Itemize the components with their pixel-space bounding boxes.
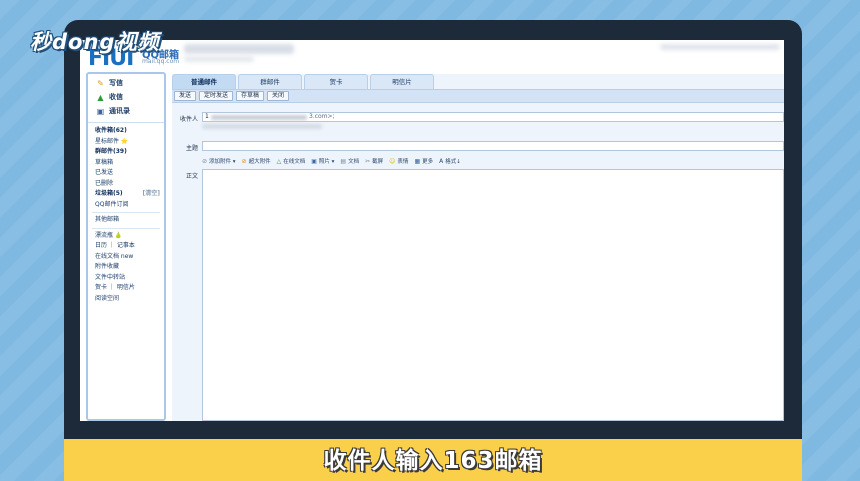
photo-button[interactable]: ▣ 照片 ▾ bbox=[311, 157, 335, 166]
body-label: 正文 bbox=[186, 173, 199, 180]
screenshot-label: 截屏 bbox=[372, 159, 384, 165]
online-doc-button[interactable]: △ 在线文档 bbox=[276, 157, 306, 166]
inbox-icon: ▲ bbox=[97, 92, 104, 102]
sidebar-item-inbox[interactable]: 收件箱(62) bbox=[88, 126, 164, 137]
document-icon: △ bbox=[276, 157, 282, 165]
more-icon: ▦ bbox=[414, 157, 421, 165]
file-label: 文档 bbox=[348, 159, 360, 165]
write-mail-button[interactable]: ✎ 写信 bbox=[88, 76, 164, 90]
body-editor[interactable] bbox=[202, 169, 784, 421]
app-header: FIUI QQ邮箱 mail.qq.com bbox=[80, 40, 784, 71]
contacts-label: 通讯录 bbox=[109, 107, 130, 115]
paperclip-icon: ⊘ bbox=[202, 157, 208, 165]
sidebar-item-cards-postcards[interactable]: 贺卡 ｜ 明信片 bbox=[88, 283, 164, 294]
sidebar-item-group-mail[interactable]: 群邮件(39) bbox=[88, 147, 164, 158]
spam-label: 垃圾箱(5) bbox=[95, 190, 123, 197]
schedule-send-button[interactable]: 定时发送 bbox=[199, 91, 234, 101]
emoji-label: 表情 bbox=[397, 159, 409, 165]
online-doc-label: 在线文档 bbox=[283, 159, 306, 165]
contacts-button[interactable]: ▣ 通讯录 bbox=[88, 104, 164, 118]
large-attachment-icon: ⊘ bbox=[241, 157, 247, 165]
sidebar-item-sent[interactable]: 已发送 bbox=[88, 168, 164, 179]
file-icon: ▤ bbox=[340, 157, 347, 165]
format-icon: A bbox=[439, 157, 444, 165]
more-label: 更多 bbox=[422, 159, 434, 165]
blurred-recipient bbox=[211, 115, 307, 120]
subject-input[interactable] bbox=[202, 141, 784, 151]
write-mail-label: 写信 bbox=[109, 79, 123, 87]
format-label: 格式↓ bbox=[445, 159, 461, 165]
empty-spam-link[interactable]: [清空] bbox=[143, 189, 161, 200]
blurred-header-links bbox=[660, 44, 780, 50]
sidebar-divider bbox=[92, 227, 160, 229]
pen-icon: ✎ bbox=[97, 78, 104, 88]
close-button[interactable]: 关闭 bbox=[267, 91, 290, 101]
tab-greeting-card[interactable]: 贺卡 bbox=[304, 74, 368, 90]
blurred-user-info bbox=[184, 44, 294, 54]
photo-icon: ▣ bbox=[311, 157, 317, 165]
sidebar-item-other-mailbox[interactable]: 其他邮箱 bbox=[88, 215, 164, 226]
screenshot-button[interactable]: ✂ 截屏 bbox=[365, 157, 384, 166]
recipient-input[interactable]: 1 3.com>; bbox=[202, 112, 784, 122]
sidebar-item-starred[interactable]: 星标邮件 ⭐ bbox=[88, 137, 164, 148]
screenshot-icon: ✂ bbox=[365, 157, 371, 165]
tab-postcard[interactable]: 明信片 bbox=[370, 74, 434, 90]
sidebar-item-calendar-notes[interactable]: 日历 ｜ 记事本 bbox=[88, 241, 164, 252]
add-attachment-label: 添加附件 ▾ bbox=[209, 159, 236, 165]
compose-form: 收件人 1 3.com>; 主题 ⊘ 添加附件 ▾ ⊘ 超大附件 △ 在线文档 … bbox=[172, 105, 784, 421]
compose-toolbar: 发送 定时发送 存草稿 关闭 bbox=[172, 89, 784, 103]
sidebar-item-drift-bottle[interactable]: 漂流瓶 🍐 bbox=[88, 231, 164, 242]
recipient-suffix: 3.com>; bbox=[309, 113, 335, 120]
receive-mail-label: 收信 bbox=[109, 93, 123, 101]
compose-tabs: 普通邮件 群邮件 贺卡 明信片 bbox=[172, 74, 436, 90]
tab-group-mail[interactable]: 群邮件 bbox=[238, 74, 302, 90]
logo-domain: mail.qq.com bbox=[142, 58, 180, 65]
recipient-label: 收件人 bbox=[180, 116, 199, 123]
recipient-value: 1 bbox=[205, 113, 209, 120]
sidebar-item-reading-space[interactable]: 阅读空间 bbox=[88, 294, 164, 305]
sidebar-item-spam[interactable]: 垃圾箱(5) [清空] bbox=[88, 189, 164, 200]
sidebar-item-deleted[interactable]: 已删除 bbox=[88, 179, 164, 190]
emoji-icon: ☺ bbox=[389, 157, 396, 165]
sidebar-divider bbox=[92, 212, 160, 213]
file-button[interactable]: ▤ 文档 bbox=[340, 157, 360, 166]
mail-screen: FIUI QQ邮箱 mail.qq.com ✎ 写信 ▲ 收信 ▣ 通讯录 收件… bbox=[80, 40, 784, 421]
folder-list: 收件箱(62) 星标邮件 ⭐ 群邮件(39) 草稿箱 已发送 已删除 垃圾箱(5… bbox=[88, 123, 164, 304]
compose-area: 普通邮件 群邮件 贺卡 明信片 发送 定时发送 存草稿 关闭 收件人 1 3.c… bbox=[172, 74, 784, 421]
sidebar-actions: ✎ 写信 ▲ 收信 ▣ 通讯录 bbox=[88, 74, 164, 123]
save-draft-button[interactable]: 存草稿 bbox=[236, 91, 265, 101]
send-button[interactable]: 发送 bbox=[174, 91, 197, 101]
sidebar-item-attachments[interactable]: 附件收藏 bbox=[88, 262, 164, 273]
large-attachment-button[interactable]: ⊘ 超大附件 bbox=[241, 157, 271, 166]
video-watermark-logo: 秒dong视频 bbox=[30, 30, 160, 54]
receive-mail-button[interactable]: ▲ 收信 bbox=[88, 90, 164, 104]
caption-text: 收件人输入163邮箱 bbox=[323, 448, 543, 474]
tab-normal-mail[interactable]: 普通邮件 bbox=[172, 74, 236, 90]
large-attachment-label: 超大附件 bbox=[248, 159, 271, 165]
blurred-user-info-sub bbox=[184, 56, 254, 62]
sidebar: ✎ 写信 ▲ 收信 ▣ 通讯录 收件箱(62) 星标邮件 ⭐ 群邮件(39) 草… bbox=[86, 72, 166, 421]
subject-label: 主题 bbox=[186, 145, 199, 152]
photo-label: 照片 ▾ bbox=[318, 159, 335, 165]
sidebar-item-online-docs[interactable]: 在线文档 new bbox=[88, 252, 164, 263]
blurred-cc-links bbox=[202, 124, 322, 129]
add-attachment-button[interactable]: ⊘ 添加附件 ▾ bbox=[202, 157, 236, 166]
contacts-icon: ▣ bbox=[96, 106, 105, 116]
sidebar-item-drafts[interactable]: 草稿箱 bbox=[88, 158, 164, 169]
sidebar-item-subscriptions[interactable]: QQ邮件订阅 bbox=[88, 200, 164, 211]
format-toolbar: ⊘ 添加附件 ▾ ⊘ 超大附件 △ 在线文档 ▣ 照片 ▾ ▤ 文档 ✂ 截屏 … bbox=[202, 155, 784, 167]
sidebar-item-file-transfer[interactable]: 文件中转站 bbox=[88, 273, 164, 284]
format-button[interactable]: A 格式↓ bbox=[439, 157, 461, 166]
emoji-button[interactable]: ☺ 表情 bbox=[389, 157, 409, 166]
more-button[interactable]: ▦ 更多 bbox=[414, 157, 434, 166]
